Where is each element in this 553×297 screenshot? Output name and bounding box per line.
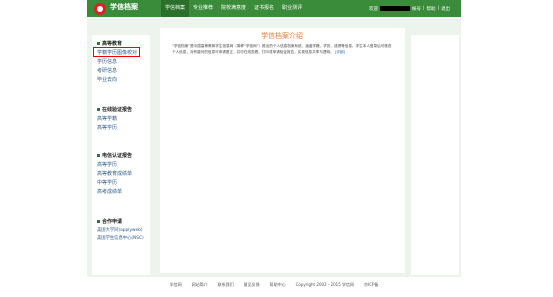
section-online-report: 在线验证报告 高等学籍 高等学历 — [97, 106, 132, 131]
main-content — [160, 28, 405, 273]
bullet-icon — [97, 154, 100, 157]
footer-copyright: Copyright 2003 - 2015 学信网 — [295, 282, 355, 287]
section-title: 高等教育 — [102, 41, 123, 47]
section-title: 电信认证报告 — [102, 153, 133, 159]
bullet-icon — [97, 42, 100, 45]
content-body: “学信档案”是中国高等教育学生信息网（简称“学信网”）推出的个人信息档案系统，涵… — [172, 43, 394, 55]
user-bar: 欢迎 帐号 | 帮助 | 退出 — [369, 6, 451, 12]
sidebar-item-higher-degree[interactable]: 高等学历 — [97, 162, 132, 168]
footer-link-contact[interactable]: 联系我们 — [218, 282, 234, 297]
section-electronic-report: 电信认证报告 高等学历 高等教育成绩单 中等学历 高考成绩单 — [97, 152, 132, 195]
sidebar-item-transcript[interactable]: 高等教育成绩单 — [97, 171, 132, 177]
sidebar-item-degree[interactable]: 高等学历 — [97, 125, 132, 131]
content-title: 学信档案介绍 — [261, 32, 303, 40]
main-nav: 学信档案 专业推荐 院校满意度 证书报名 职业测评 — [161, 0, 306, 17]
redacted-username — [380, 6, 410, 11]
sidebar-item-secondary[interactable]: 中等学历 — [97, 180, 132, 186]
sidebar-item-applyweb[interactable]: 美国大学同(applyweb) — [97, 228, 149, 233]
sidebar-item-degree-info[interactable]: 学历信息 — [97, 59, 137, 65]
footer-link-about[interactable]: 网站简介 — [192, 282, 208, 297]
sidebar-item-destination[interactable]: 毕业去向 — [97, 77, 137, 83]
logout-link[interactable]: 退出 — [441, 6, 450, 12]
section-title: 在线验证报告 — [102, 107, 133, 113]
bullet-icon — [97, 220, 100, 223]
site-title: 学信档案 — [110, 3, 138, 11]
footer-link-feedback[interactable]: 意见反馈 — [244, 282, 260, 297]
sidebar-item-nsc[interactable]: 美国学生信息中心(NSC) — [97, 236, 149, 241]
sidebar-item-gaokao[interactable]: 高考成绩单 — [97, 189, 132, 195]
welcome-text: 欢迎 — [369, 6, 378, 12]
footer: 学信网 网站简介 联系我们 意见反馈 帮助中心 Copyright 2003 -… — [87, 282, 461, 297]
nav-xuexin-dangan[interactable]: 学信档案 — [161, 0, 190, 17]
sidebar-item-exam-info[interactable]: 考研信息 — [97, 68, 137, 74]
bullet-icon — [97, 108, 100, 111]
section-title: 合作申请 — [102, 219, 123, 225]
footer-link-help[interactable]: 帮助中心 — [270, 282, 286, 297]
nav-certificate[interactable]: 证书报名 — [250, 0, 278, 17]
section-cooperation: 合作申请 美国大学同(applyweb) 美国学生信息中心(NSC) — [97, 218, 149, 241]
right-column — [411, 35, 459, 275]
help-link[interactable]: 帮助 — [427, 6, 436, 12]
sidebar-item-enrollment[interactable]: 高等学籍 — [97, 116, 132, 122]
content-paragraph: “学信档案”是中国高等教育学生信息网（简称“学信网”）推出的个人信息档案系统，涵… — [172, 44, 392, 54]
site-logo-icon — [94, 3, 106, 15]
nav-major-recommend[interactable]: 专业推荐 — [189, 0, 217, 17]
nav-school-satisfaction[interactable]: 院校满意度 — [217, 0, 250, 17]
more-link[interactable]: [详细] — [335, 50, 345, 54]
footer-link-home[interactable]: 学信网 — [170, 282, 182, 297]
selected-item-highlight — [93, 47, 140, 57]
account-link[interactable]: 帐号 — [412, 6, 421, 12]
nav-career-assessment[interactable]: 职业测评 — [278, 0, 306, 17]
footer-icp: 京ICP备 — [364, 282, 379, 287]
